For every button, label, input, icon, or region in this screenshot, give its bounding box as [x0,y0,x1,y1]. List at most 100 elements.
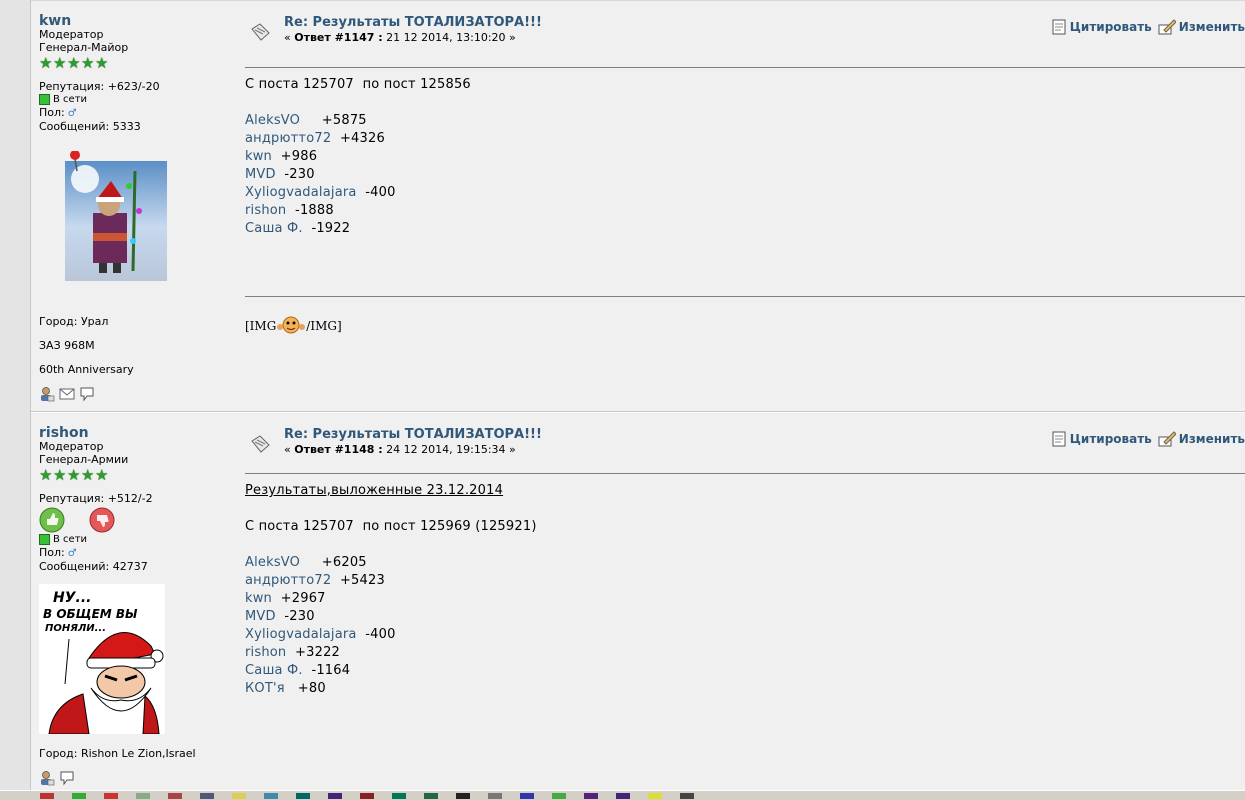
score-user[interactable]: rishon [245,203,286,218]
score-user[interactable]: AleksVO [245,555,300,570]
edit-button[interactable]: Изменить [1158,18,1245,36]
reply-number[interactable]: Ответ #1148 : [294,443,382,456]
reply-prefix: « [284,31,291,44]
profile-icon[interactable] [39,386,55,402]
taskbar-app-icon[interactable] [104,792,118,799]
avatar-text-2: В ОБЩЕМ ВЫ [43,607,138,621]
avatar-text-3: ПОНЯЛИ... [45,623,106,634]
score-user[interactable]: Xyliogvadalajara [245,185,357,200]
taskbar-app-icon[interactable] [200,792,214,799]
taskbar-app-icon[interactable] [328,792,342,799]
score-user[interactable]: КОТ'я [245,681,285,696]
score-gap [300,113,322,128]
quote-button[interactable]: Цитировать [1051,430,1152,448]
online-status: В сети [39,533,239,546]
reputation: Репутация: +623/-20 [39,80,160,93]
taskbar-app-icon[interactable] [40,792,54,799]
signature: [IMG/IMG] [245,315,342,335]
pm-icon[interactable] [59,770,75,786]
post-icon [251,23,270,41]
reply-number[interactable]: Ответ #1147 : [294,31,382,44]
author-role: Модератор [39,28,104,41]
signature-img-open: [IMG [245,319,277,333]
thumbs-up-icon[interactable] [39,507,65,533]
score-list: AleksVO +5875 андрютто72 +4326 kwn +986 MVD… [245,112,471,238]
score-user[interactable]: rishon [245,645,286,660]
score-value: -230 [284,609,315,624]
score-user[interactable]: Саша Ф. [245,663,303,678]
gender-label: Пол: [39,546,65,559]
post-subject[interactable]: Re: Результаты ТОТАЛИЗАТОРА!!! [284,427,542,442]
taskbar-app-icon[interactable] [616,792,630,799]
score-gap [286,203,295,218]
score-gap [285,681,298,696]
quote-icon [1052,19,1066,35]
score-user[interactable]: MVD [245,609,276,624]
post-1148: rishon Модератор Генерал-Армии ★★★★★ Реп… [31,412,1245,791]
score-value: -230 [284,167,315,182]
taskbar-app-icon[interactable] [424,792,438,799]
taskbar-app-icon[interactable] [136,792,150,799]
author-city: Город: Rishon Le Zion,Israel [39,747,196,760]
edit-label: Изменить [1178,20,1245,34]
post-divider [245,67,1245,68]
star-icon: ★ [81,466,95,484]
score-user[interactable]: Xyliogvadalajara [245,627,357,642]
star-icon: ★ [67,54,81,72]
gender-row: Пол: ♂ [39,106,239,120]
profile-icon[interactable] [39,770,55,786]
taskbar-app-icon[interactable] [648,792,662,799]
quote-button[interactable]: Цитировать [1051,18,1152,36]
score-row: MVD -230 [245,608,537,626]
author-rank: Генерал-Армии [39,453,129,466]
post-subject[interactable]: Re: Результаты ТОТАЛИЗАТОРА!!! [284,15,542,30]
score-value: -1888 [295,203,334,218]
email-icon[interactable] [59,386,75,402]
taskbar-app-icon[interactable] [168,792,182,799]
post-body: С поста 125707 по пост 125856 AleksVO +5… [245,76,471,238]
taskbar-app-icon[interactable] [264,792,278,799]
score-row: kwn +2967 [245,590,537,608]
score-user[interactable]: kwn [245,149,272,164]
pm-icon[interactable] [79,386,95,402]
score-user[interactable]: андрютто72 [245,573,331,588]
poster-info: kwn Модератор Генерал-Майор ★★★★★ Репута… [39,1,239,133]
score-row: kwn +986 [245,148,471,166]
post-actions: Цитировать Изменить [1051,430,1245,448]
post-body: Результаты,выложенные 23.12.2014 С поста… [245,482,537,698]
score-gap [272,149,281,164]
score-row: Xyliogvadalajara -400 [245,184,471,202]
signature-img-close: /IMG] [306,319,342,333]
taskbar-app-icon[interactable] [360,792,374,799]
taskbar-app-icon[interactable] [72,792,86,799]
thumbs-down-icon[interactable] [89,507,115,533]
score-user[interactable]: kwn [245,591,272,606]
poster-info: rishon Модератор Генерал-Армии ★★★★★ Реп… [39,413,239,573]
score-user[interactable]: Саша Ф. [245,221,303,236]
taskbar-app-icon[interactable] [584,792,598,799]
edit-button[interactable]: Изменить [1158,430,1245,448]
quote-label: Цитировать [1069,20,1152,34]
author-name[interactable]: rishon [39,426,239,440]
taskbar-app-icon[interactable] [296,792,310,799]
taskbar-app-icon[interactable] [552,792,566,799]
taskbar-app-icon[interactable] [520,792,534,799]
taskbar-app-icon[interactable] [392,792,406,799]
taskbar-app-icon[interactable] [232,792,246,799]
score-user[interactable]: андрютто72 [245,131,331,146]
score-user[interactable]: AleksVO [245,113,300,128]
avatar-text-1: НУ... [53,590,91,606]
author-name[interactable]: kwn [39,14,239,28]
message-count: Сообщений: 5333 [39,120,141,133]
taskbar-app-icon[interactable] [456,792,470,799]
score-value: -400 [365,627,396,642]
online-icon [39,534,50,545]
star-icon: ★ [95,54,109,72]
taskbar-app-icon[interactable] [488,792,502,799]
score-user[interactable]: MVD [245,167,276,182]
taskbar-app-icon[interactable] [680,792,694,799]
star-icon: ★ [81,54,95,72]
score-row: AleksVO +6205 [245,554,537,572]
gender-label: Пол: [39,106,65,119]
left-gutter [0,0,31,800]
